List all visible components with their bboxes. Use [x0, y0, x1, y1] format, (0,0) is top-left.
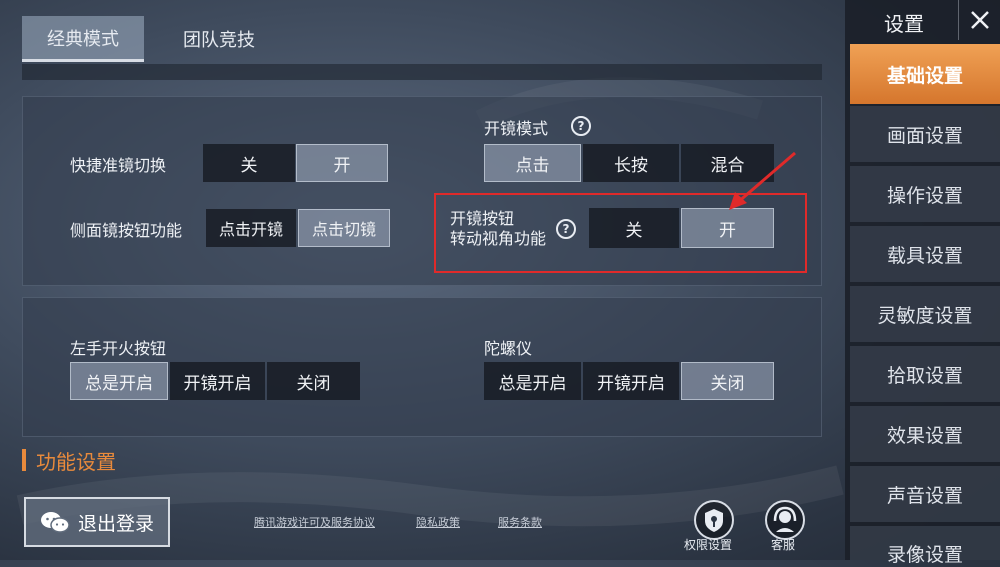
gyro-always-button[interactable]: 总是开启	[484, 362, 581, 400]
left-fire-off-button[interactable]: 关闭	[267, 362, 360, 400]
logout-button[interactable]: 退出登录	[24, 497, 170, 547]
gyro-label: 陀螺仪	[484, 339, 533, 358]
logout-label: 退出登录	[77, 512, 154, 535]
side-scope-tap-open-button[interactable]: 点击开镜	[206, 209, 296, 247]
license-agreement-link[interactable]: 腾讯游戏许可及服务协议	[254, 514, 375, 530]
scope-mode-tap-button[interactable]: 点击	[484, 144, 581, 182]
quick-scope-on-button[interactable]: 开	[296, 144, 388, 182]
tab-team-deathmatch[interactable]: 团队竞技	[152, 16, 286, 62]
permission-settings-label: 权限设置	[684, 538, 733, 552]
sidebar-item-basic-settings[interactable]: 基础设置	[850, 44, 1000, 104]
quick-scope-label: 快捷准镜切换	[70, 156, 167, 175]
close-button[interactable]	[958, 0, 1000, 40]
gyro-off-button[interactable]: 关闭	[681, 362, 774, 400]
settings-title: 设置	[884, 11, 924, 36]
quick-scope-off-button[interactable]: 关	[203, 144, 295, 182]
side-scope-tap-switch-button[interactable]: 点击切镜	[298, 209, 390, 247]
scope-mode-hold-button[interactable]: 长按	[583, 144, 679, 182]
section-accent-bar	[22, 449, 26, 471]
left-fire-label: 左手开火按钮	[70, 339, 167, 358]
customer-service-label: 客服	[771, 538, 796, 552]
gyro-scope-button[interactable]: 开镜开启	[583, 362, 679, 400]
sidebar-item-pickup-settings[interactable]: 拾取设置	[850, 346, 1000, 402]
tab-underline-bar	[22, 64, 822, 80]
sidebar-item-effects-settings[interactable]: 效果设置	[850, 406, 1000, 462]
highlight-arrow-icon	[729, 151, 796, 210]
sidebar-item-vehicle-settings[interactable]: 载具设置	[850, 226, 1000, 282]
customer-service-button[interactable]	[761, 500, 809, 540]
headset-icon	[765, 500, 805, 540]
permission-settings-button[interactable]	[690, 500, 738, 540]
sidebar-item-control-settings[interactable]: 操作设置	[850, 166, 1000, 222]
left-fire-scope-button[interactable]: 开镜开启	[170, 362, 265, 400]
wechat-icon	[40, 512, 70, 533]
sidebar-item-sensitivity-settings[interactable]: 灵敏度设置	[850, 286, 1000, 342]
scope-mode-help-icon[interactable]: ?	[571, 116, 591, 136]
sidebar-item-display-settings[interactable]: 画面设置	[850, 106, 1000, 162]
terms-of-service-link[interactable]: 服务条款	[498, 514, 542, 530]
scope-mode-label: 开镜模式	[484, 119, 549, 138]
left-fire-always-button[interactable]: 总是开启	[70, 362, 168, 400]
close-icon	[970, 11, 989, 29]
sidebar-item-sound-settings[interactable]: 声音设置	[850, 466, 1000, 522]
tab-classic-mode[interactable]: 经典模式	[22, 16, 144, 62]
privacy-policy-link[interactable]: 隐私政策	[416, 514, 460, 530]
section-title-function: 功能设置	[36, 450, 116, 474]
sidebar-item-replay-settings[interactable]: 录像设置	[850, 526, 1000, 566]
shield-icon	[694, 500, 734, 540]
side-scope-label: 侧面镜按钮功能	[70, 221, 183, 240]
